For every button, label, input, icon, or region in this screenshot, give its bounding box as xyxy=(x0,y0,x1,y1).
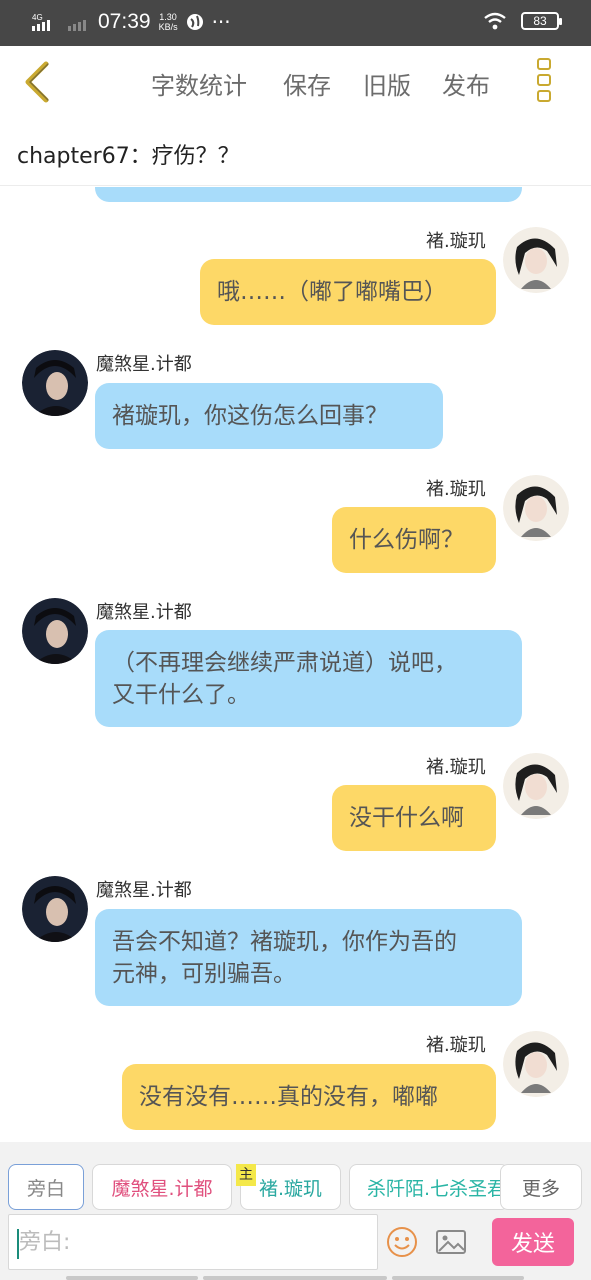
publish-button[interactable]: 发布 xyxy=(442,66,490,101)
role-shaqianmo-button[interactable]: 杀阡陌.七杀圣君 xyxy=(349,1164,509,1210)
role-narration-button[interactable]: 旁白 xyxy=(8,1164,84,1210)
send-button[interactable]: 发送 xyxy=(492,1218,574,1266)
sender-name: 褚.璇玑 xyxy=(426,231,486,252)
role-label: 杀阡陌.七杀圣君 xyxy=(367,1177,507,1200)
network-label: 4G xyxy=(32,13,43,22)
net-speed: 1.30 KB/s xyxy=(159,12,178,32)
sender-name: 魔煞星.计都 xyxy=(96,602,192,623)
sender-name: 魔煞星.计都 xyxy=(96,880,192,901)
more-status-dots: ··· xyxy=(211,10,231,34)
avatar-jidu[interactable] xyxy=(22,350,88,416)
role-label: 更多 xyxy=(521,1177,560,1200)
back-arrow-icon[interactable] xyxy=(20,60,60,104)
message-text: 什么伤啊？ xyxy=(349,527,464,553)
signal-icon: 4G xyxy=(32,13,50,31)
editor-toolbar: 字数统计 保存 旧版 发布 xyxy=(0,46,591,120)
text-caret xyxy=(17,1229,19,1259)
message-bubble: 吾会不知道？褚璇玑，你作为吾的 元神，可别骗吾。 xyxy=(95,909,522,1006)
chapter-title: chapter67：疗伤？？ xyxy=(17,144,240,169)
sender-name: 魔煞星.计都 xyxy=(96,354,192,375)
sender-name: 褚.璇玑 xyxy=(426,479,486,500)
message-input[interactable]: 旁白: xyxy=(8,1214,378,1270)
message-text-line: 元神，可别骗吾。 xyxy=(112,960,296,987)
avatar-jidu[interactable] xyxy=(22,876,88,942)
nav-bar-segment xyxy=(392,1276,524,1280)
net-speed-unit: KB/s xyxy=(158,22,178,32)
message-bubble: 褚璇玑，你这伤怎么回事？ xyxy=(95,383,443,449)
message-bubble: 哦……（嘟了嘟嘴巴） xyxy=(200,259,496,325)
send-label: 发送 xyxy=(510,1232,555,1257)
message-text-line: 又干什么了。 xyxy=(112,681,250,708)
battery-indicator: 83 xyxy=(521,12,562,30)
signal-2-icon xyxy=(68,20,86,31)
chapter-header: chapter67：疗伤？？ xyxy=(0,120,591,186)
message-text-line: 吾会不知道？褚璇玑，你作为吾的 xyxy=(112,928,457,955)
globe-icon xyxy=(186,14,203,30)
chat-area[interactable]: 褚.璇玑 哦……（嘟了嘟嘴巴） 魔煞星.计都 褚璇玑，你这伤怎么回事？ 褚.璇玑 xyxy=(0,187,591,1142)
image-icon[interactable] xyxy=(435,1226,467,1258)
nav-bar-segment xyxy=(203,1276,387,1280)
role-label: 褚.璇玑 xyxy=(258,1177,323,1200)
old-version-button[interactable]: 旧版 xyxy=(363,66,411,101)
main-role-badge: 主 xyxy=(236,1164,256,1186)
more-roles-button[interactable]: 更多 xyxy=(500,1164,582,1210)
more-menu-icon[interactable] xyxy=(534,58,554,106)
input-placeholder: 旁白: xyxy=(19,1230,71,1255)
role-jidu-button[interactable]: 魔煞星.计都 xyxy=(92,1164,232,1210)
avatar-xuanji[interactable] xyxy=(503,475,569,541)
message-text: 没有没有……真的没有，嘟嘟 xyxy=(139,1084,438,1110)
message-bubble-partial xyxy=(95,187,522,202)
wifi-icon xyxy=(484,12,506,30)
avatar-xuanji[interactable] xyxy=(503,227,569,293)
sender-name: 褚.璇玑 xyxy=(426,1035,486,1056)
composer-panel: 旁白 魔煞星.计都 褚.璇玑 主 杀阡陌.七杀圣君 更多 旁白: 发送 xyxy=(0,1142,591,1280)
clock: 07:39 xyxy=(98,10,151,33)
emoji-icon[interactable] xyxy=(386,1226,418,1258)
message-bubble: 没有没有……真的没有，嘟嘟 xyxy=(122,1064,496,1130)
nav-bar-segment xyxy=(66,1276,198,1280)
message-bubble: 没干什么啊 xyxy=(332,785,496,851)
message-text-line: （不再理会继续严肃说道）说吧， xyxy=(112,649,457,676)
sender-name: 褚.璇玑 xyxy=(426,757,486,778)
avatar-xuanji[interactable] xyxy=(503,753,569,819)
message-bubble: 什么伤啊？ xyxy=(332,507,496,573)
word-count-button[interactable]: 字数统计 xyxy=(151,66,247,101)
message-text: 褚璇玑，你这伤怎么回事？ xyxy=(112,403,388,429)
message-text: 哦……（嘟了嘟嘴巴） xyxy=(217,279,447,305)
role-label: 魔煞星.计都 xyxy=(111,1177,213,1200)
message-text: 没干什么啊 xyxy=(349,805,464,831)
role-label: 旁白 xyxy=(26,1177,65,1200)
save-button[interactable]: 保存 xyxy=(283,66,331,101)
avatar-jidu[interactable] xyxy=(22,598,88,664)
net-speed-value: 1.30 xyxy=(159,12,177,22)
status-bar: 4G 07:39 1.30 KB/s ··· 83 xyxy=(0,0,591,46)
message-bubble: （不再理会继续严肃说道）说吧， 又干什么了。 xyxy=(95,630,522,727)
avatar-xuanji[interactable] xyxy=(503,1031,569,1097)
